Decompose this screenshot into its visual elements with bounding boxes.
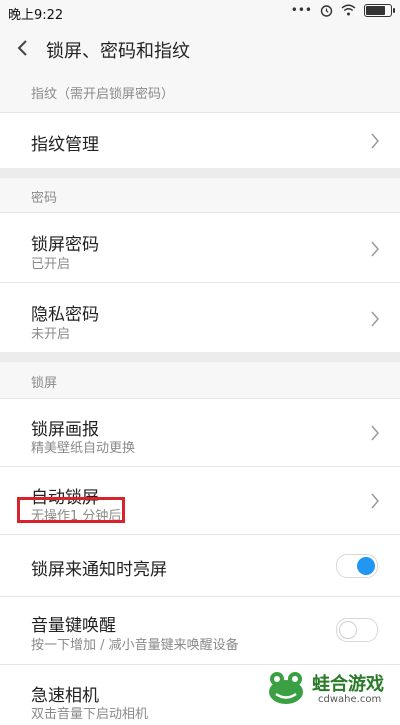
watermark: 蛙合游戏 cdwahe.com [260,664,400,711]
alarm-icon [320,4,333,17]
page-title: 锁屏、密码和指纹 [46,41,190,62]
section-label-password: 密码 [31,191,58,206]
back-arrow-icon[interactable] [14,36,32,60]
row-title: 隐私密码 [31,305,99,325]
section-label-lockscreen: 锁屏 [31,376,58,391]
wifi-icon [341,4,356,16]
chevron-right-icon [371,425,379,441]
section-password: 密码 [0,178,400,212]
toggle-knob [357,557,375,575]
battery-icon [364,3,395,17]
watermark-url: cdwahe.com [318,694,382,705]
section-label-fingerprint: 指纹（需开启锁屏密码） [31,87,175,102]
row-subtitle: 已开启 [31,257,71,272]
row-subtitle: 双击音量下启动相机 [31,707,149,722]
watermark-name: 蛙合游戏 [312,674,384,695]
section-divider [0,168,400,178]
battery-fill [366,5,385,15]
row-subtitle: 精美壁纸自动更换 [31,441,136,456]
toggle-switch[interactable] [336,554,378,578]
row-lock-password[interactable]: 锁屏密码 已开启 [0,212,400,283]
chevron-right-icon [371,311,379,327]
app-header: 锁屏、密码和指纹 [0,24,400,72]
row-title: 锁屏来通知时亮屏 [31,560,167,580]
toggle-switch[interactable] [336,618,378,642]
highlight-annotation-box [17,497,125,523]
row-fingerprint-manage[interactable]: 指纹管理 [0,112,400,169]
row-title: 音量键唤醒 [31,616,116,636]
section-divider [0,352,400,362]
chevron-right-icon [371,133,379,149]
row-notify-wake[interactable]: 锁屏来通知时亮屏 [0,534,400,597]
row-volume-wake[interactable]: 音量键唤醒 按一下增加 / 减小音量键来唤醒设备 [0,596,400,665]
frog-logo-icon [269,672,303,704]
section-fingerprint: 指纹（需开启锁屏密码） [0,72,400,112]
status-icons: ••• [290,3,395,17]
row-privacy-password[interactable]: 隐私密码 未开启 [0,282,400,353]
row-title: 锁屏密码 [31,235,99,255]
row-lock-wallpaper[interactable]: 锁屏画报 精美壁纸自动更换 [0,398,400,467]
section-lockscreen: 锁屏 [0,362,400,398]
row-title: 指纹管理 [31,135,99,155]
status-bar: 晚上9:22 ••• [0,0,400,24]
status-time: 晚上9:22 [8,8,64,23]
status-dots: ••• [290,3,312,17]
chevron-right-icon [371,493,379,509]
chevron-right-icon [371,241,379,257]
row-subtitle: 未开启 [31,327,71,342]
row-subtitle: 按一下增加 / 减小音量键来唤醒设备 [31,638,239,653]
toggle-knob [339,621,357,639]
